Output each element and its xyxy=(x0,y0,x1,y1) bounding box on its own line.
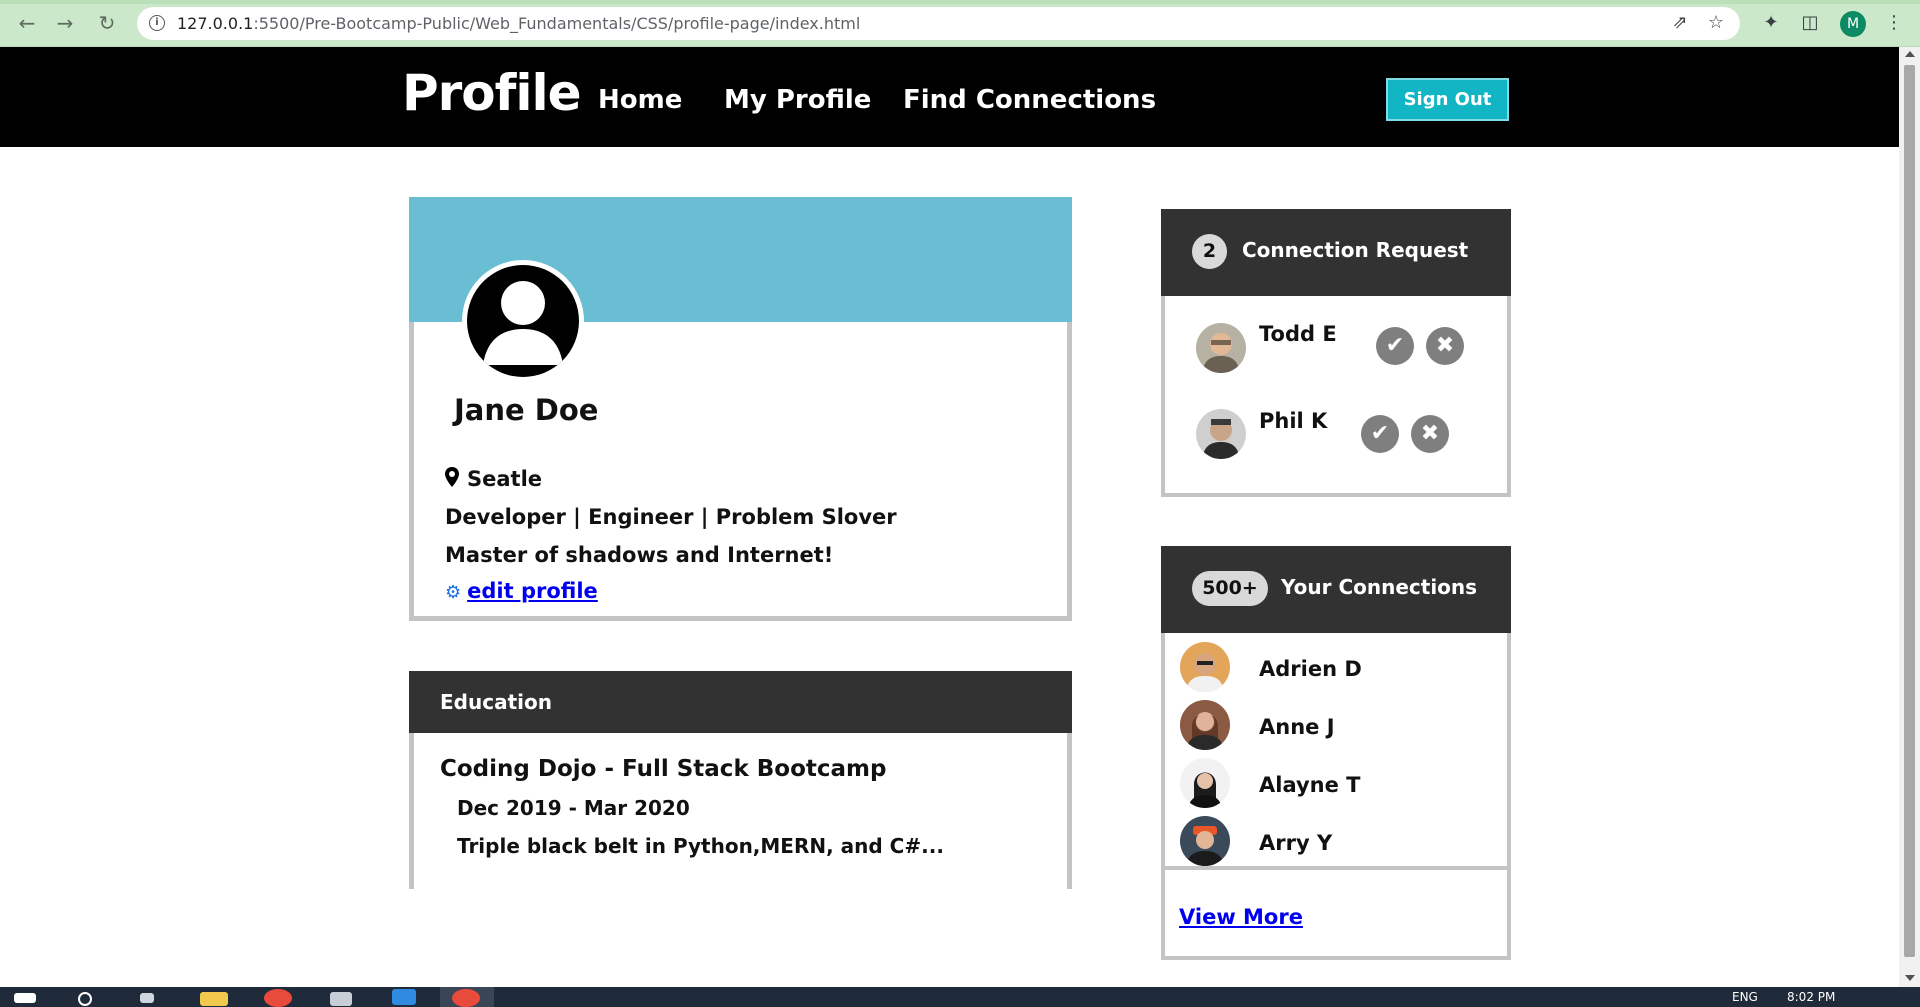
nav-find-connections[interactable]: Find Connections xyxy=(903,85,1156,115)
education-dates: Dec 2019 - Mar 2020 xyxy=(457,796,690,820)
url-host: 127.0.0.1 xyxy=(177,14,254,33)
tab-strip-edge xyxy=(0,0,1920,4)
task-view-icon[interactable] xyxy=(140,993,154,1003)
sign-out-button[interactable]: Sign Out xyxy=(1386,78,1509,121)
avatar xyxy=(1180,758,1230,808)
scroll-up-icon[interactable] xyxy=(1905,51,1915,57)
edit-profile-link[interactable]: edit profile xyxy=(467,579,598,603)
gear-icon: ⚙ xyxy=(445,582,462,603)
profile-tagline: Developer | Engineer | Problem Slover xyxy=(445,505,897,529)
connections-header: 500+ Your Connections xyxy=(1161,546,1511,633)
app-taskbar-icon[interactable] xyxy=(330,992,352,1006)
profile-card: Jane Doe Seatle Developer | Engineer | P… xyxy=(409,197,1072,621)
search-icon[interactable] xyxy=(78,992,92,1006)
avatar xyxy=(1196,409,1246,459)
share-icon[interactable]: ⇗ xyxy=(1667,10,1693,36)
avatar xyxy=(1180,700,1230,750)
back-icon[interactable]: ← xyxy=(14,10,40,36)
decline-x-icon[interactable]: ✖ xyxy=(1411,415,1449,453)
url-path: :5500/Pre-Bootcamp-Public/Web_Fundamenta… xyxy=(253,14,861,33)
profile-location: Seatle xyxy=(445,467,542,491)
profile-avatar xyxy=(462,260,584,382)
vscode-taskbar-icon[interactable] xyxy=(392,989,416,1005)
site-info-icon[interactable]: i xyxy=(149,15,165,31)
address-bar[interactable]: i 127.0.0.1:5500/Pre-Bootcamp-Public/Web… xyxy=(137,7,1740,40)
windows-start-icon[interactable] xyxy=(14,993,36,1003)
education-school: Coding Dojo - Full Stack Bootcamp xyxy=(440,756,887,782)
edit-profile-row: ⚙ edit profile xyxy=(445,579,598,603)
connection-requests-card: 2 Connection Request Todd E ✔ ✖ Phil K ✔… xyxy=(1161,209,1511,497)
brand-logo[interactable]: Profile xyxy=(402,64,582,122)
education-card: Education Coding Dojo - Full Stack Bootc… xyxy=(409,671,1072,889)
connections-title: Your Connections xyxy=(1281,575,1478,599)
scroll-down-icon[interactable] xyxy=(1905,975,1915,981)
page-scrollbar[interactable] xyxy=(1899,47,1920,987)
connection-requests-title: Connection Request xyxy=(1242,238,1469,262)
decline-x-icon[interactable]: ✖ xyxy=(1426,327,1464,365)
connections-count-badge: 500+ xyxy=(1192,571,1268,606)
language-indicator[interactable]: ENG xyxy=(1732,990,1758,1004)
os-taskbar: ENG 8:02 PM xyxy=(0,987,1920,1007)
side-panel-icon[interactable]: ◫ xyxy=(1797,10,1823,36)
connection-name[interactable]: Arry Y xyxy=(1259,831,1332,855)
connection-requests-header: 2 Connection Request xyxy=(1161,209,1511,296)
connection-name[interactable]: Adrien D xyxy=(1259,657,1362,681)
browser-profile-avatar[interactable]: M xyxy=(1840,11,1866,37)
connections-card: 500+ Your Connections Adrien D Anne J Al… xyxy=(1161,546,1511,960)
map-pin-icon xyxy=(445,467,459,487)
connection-name[interactable]: Alayne T xyxy=(1259,773,1361,797)
accept-check-icon[interactable]: ✔ xyxy=(1376,327,1414,365)
browser-menu-icon[interactable]: ⋮ xyxy=(1881,10,1907,36)
request-name: Phil K xyxy=(1259,409,1328,433)
file-explorer-icon[interactable] xyxy=(200,992,228,1006)
avatar xyxy=(1180,816,1230,866)
bookmark-star-icon[interactable]: ☆ xyxy=(1703,10,1729,36)
clock[interactable]: 8:02 PM xyxy=(1787,990,1835,1004)
connection-name[interactable]: Anne J xyxy=(1259,715,1335,739)
nav-my-profile[interactable]: My Profile xyxy=(724,85,871,115)
chrome-active-icon[interactable] xyxy=(452,989,480,1007)
user-silhouette-icon xyxy=(467,265,579,377)
extensions-icon[interactable]: ✦ xyxy=(1758,10,1784,36)
chrome-taskbar-icon[interactable] xyxy=(264,989,292,1007)
nav-home[interactable]: Home xyxy=(598,85,682,115)
divider xyxy=(1161,866,1511,870)
education-header: Education xyxy=(409,671,1072,733)
avatar xyxy=(1196,323,1246,373)
education-title: Education xyxy=(440,690,552,714)
request-count-badge: 2 xyxy=(1192,234,1227,269)
browser-toolbar: ← → ↻ i 127.0.0.1:5500/Pre-Bootcamp-Publ… xyxy=(0,0,1920,47)
site-header: Profile Home My Profile Find Connections… xyxy=(0,47,1899,147)
profile-bio: Master of shadows and Internet! xyxy=(445,543,834,567)
reload-icon[interactable]: ↻ xyxy=(94,10,120,36)
profile-name: Jane Doe xyxy=(454,393,599,427)
request-name: Todd E xyxy=(1259,322,1337,346)
forward-icon[interactable]: → xyxy=(52,10,78,36)
view-more-row: View More xyxy=(1179,905,1303,929)
location-text: Seatle xyxy=(467,467,543,491)
scrollbar-thumb[interactable] xyxy=(1904,65,1915,957)
url-text: 127.0.0.1:5500/Pre-Bootcamp-Public/Web_F… xyxy=(177,14,860,33)
view-more-link[interactable]: View More xyxy=(1179,905,1303,929)
avatar xyxy=(1180,642,1230,692)
education-details: Triple black belt in Python,MERN, and C#… xyxy=(457,834,944,858)
accept-check-icon[interactable]: ✔ xyxy=(1361,415,1399,453)
